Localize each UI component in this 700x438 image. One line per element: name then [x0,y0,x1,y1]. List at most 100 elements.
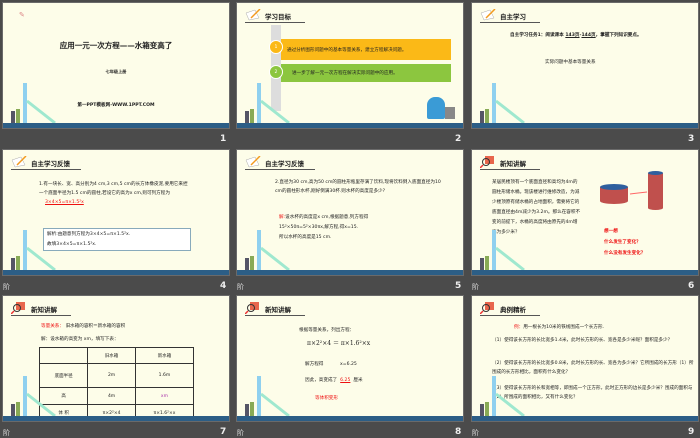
header-cell: 新水箱 [134,347,195,364]
animation-icon[interactable]: 阶 [472,282,479,292]
book-pen-icon [245,156,261,168]
slide-thumbnail-4[interactable]: 自主学习反馈 1.有一块长、宽、高分别为4 cm,3 cm,5 cm的长方体橡皮… [2,149,230,276]
question-changed: 什么发生了变化？ [604,240,641,245]
slide-thumbnail-8[interactable]: 新知讲解 根据等量关系，列出方程： π×2²×4 ＝ π×1.6²×x 解方程得… [236,295,464,422]
question-text: 2.直径为30 cm,高为50 cm的圆柱形瓶里存满了饮料,现将饮料倒入底面直径… [275,180,441,194]
slide-thumbnail-9[interactable]: 典例精析 例：用一根长为10米的铁线围成一个长方形. （1）使得该长方形的长比宽… [471,295,699,422]
part-1: （1）使得该长方形的长比宽多1.4米，此时长方形的长、宽各是多少米呢？面积是多少… [492,338,673,343]
slide-thumbnail-3[interactable]: 自主学习 自主学习任务1：阅读课本 143页-144页，掌握下列知识要点。 实际… [471,2,699,129]
equation: π×2²×4 ＝ π×1.6²×x [307,340,371,347]
slide-number: 6 [688,281,695,291]
table-row: 高 4m xm [38,387,195,405]
slide-number: 4 [220,281,227,291]
part-2: （2）使得该长方形的长比宽多0.8米，此时长方形的长、宽各为多少米？它所围成的长… [492,361,694,375]
magnifier-icon [245,302,260,314]
logo-icon: ✎ [19,11,25,19]
animation-icon[interactable]: 阶 [3,428,10,438]
data-table: 旧水箱 新水箱 底面半径 2m 1.6m 高 4m xm 体 积 π×2²×4 π×1.6²×… [38,347,195,421]
intro-text: 根据等量关系，列出方程： [299,328,355,333]
slide-number: 7 [220,427,227,437]
answer-blank: 3×4×5=π×1.5²x [45,200,84,205]
cylinder-illustration [600,171,663,210]
slide-thumbnail-2[interactable]: 学习目标 1 2 通过分析图形问题中的基本等量关系，建立方程解决问题。 进一步了… [236,2,464,129]
book-pen-icon [245,9,261,21]
laptop-icon [445,107,455,119]
header-cell [38,347,89,364]
solution-value: x=6.25 [340,362,357,367]
bottom-band [237,270,463,275]
table-cell: 4m [87,387,136,405]
slide-subtitle: 七年级上册 [105,69,127,74]
conclusion: 因此，高变成了 6.25 厘米 [305,378,363,383]
solution-line-2: 15²×50π=5²×30πx,解方程,得x=15. [279,225,359,230]
animation-icon[interactable]: 阶 [472,428,479,438]
slide-header: 新知讲解 [245,302,305,316]
decoration-illustration [11,83,56,123]
decoration-illustration [480,83,525,123]
table-cell: xm [134,387,195,405]
slide-number: 9 [688,427,695,437]
analysis-line-1: 解析:由题意列方程为3×4×5=π×1.5²x. [47,232,131,237]
goal-text-1: 通过分析图形问题中的基本等量关系，建立方程解决问题。 [287,48,407,53]
bottom-band [472,270,698,275]
bottom-band [3,416,229,421]
knowledge-point: 实际问题中基本等量关系 [545,60,596,65]
table-cell: 2m [87,363,136,388]
decoration-illustration [11,230,56,270]
girl-laptop-illustration [427,97,445,119]
relation-text: 等量关系： 旧水箱的容积＝新水箱的容积 [41,324,126,329]
decoration-illustration [11,376,56,416]
analysis-box: 解析:由题意列方程为3×4×5=π×1.5²x. 故填3×4×5=π×1.5²x… [43,228,191,251]
question-unchanged: 什么没有发生变化？ [604,251,646,256]
magnifier-icon [480,156,495,168]
book-pen-icon [480,9,496,21]
book-pen-icon [11,156,27,168]
bottom-band [472,416,698,421]
setup-text: 解：设水箱的高变为 xm，填写下表： [41,337,119,342]
slide-header: 典例精析 [480,302,540,316]
slide-header: 自主学习 [480,9,540,23]
slide-header: 学习目标 [245,9,305,23]
problem-text: 某居民楼顶有一个底面直径和高均为4m的圆柱形储水桶。现该楼进行维修改造，为减少楼… [492,180,581,235]
question-text: 1.有一块长、宽、高分别为4 cm,3 cm,5 cm的长方体橡皮泥,要用它来捏… [39,182,188,205]
example-text: 例：用一根长为10米的铁线围成一个长方形. [514,325,605,330]
bottom-band [237,416,463,421]
animation-icon[interactable]: 阶 [237,282,244,292]
table-row: 底面半径 2m 1.6m [38,363,195,388]
animation-icon[interactable]: 阶 [237,428,244,438]
task-text: 自主学习任务1：阅读课本 143页-144页，掌握下列知识要点。 [510,33,642,38]
bottom-band [3,270,229,275]
magnifier-icon [480,302,495,314]
solve-label: 解方程得 [305,362,324,367]
decoration-illustration [245,376,290,416]
slide-header: 新知讲解 [480,156,540,170]
slide-number: 5 [455,281,462,291]
goal-marker-1: 1 [269,40,283,54]
bottom-band [472,123,698,128]
slide-thumbnail-6[interactable]: 新知讲解 某居民楼顶有一个底面直径和高均为4m的圆柱形储水桶。现该楼进行维修改造… [471,149,699,276]
think-label: 想一想 [604,229,618,234]
slide-thumbnail-7[interactable]: 新知讲解 等量关系： 旧水箱的容积＝新水箱的容积 解：设水箱的高变为 xm，填写… [2,295,230,422]
decoration-illustration [245,83,290,123]
bottom-band [3,123,229,128]
decoration-illustration [245,230,290,270]
animation-icon[interactable]: 阶 [3,282,10,292]
magnifier-icon [11,302,26,314]
slide-header: 新知讲解 [11,302,71,316]
slide-header: 自主学习反馈 [245,156,315,170]
slide-number: 8 [455,427,462,437]
slide-number: 2 [455,134,462,144]
slide-thumbnail-1[interactable]: ✎ 应用一元一次方程——水箱变高了 七年级上册 第一PPT模板网-WWW.1PP… [2,2,230,129]
slide-header: 自主学习反馈 [11,156,81,170]
bottom-band [237,123,463,128]
solution-line-1: 解:设水杯的高度是x cm,根据题意,列方程得 [279,215,369,220]
slide-number: 3 [688,134,695,144]
goal-marker-2: 2 [269,65,283,79]
slide-title: 应用一元一次方程——水箱变高了 [59,41,173,50]
slide-number: 1 [220,134,227,144]
slide-thumbnail-5[interactable]: 自主学习反馈 2.直径为30 cm,高为50 cm的圆柱形瓶里存满了饮料,现将饮… [236,149,464,276]
goal-text-2: 进一步了解一元一次方程在解决实际问题中的应用。 [292,71,398,76]
note-text: 等体积变形 [315,396,338,401]
header-cell: 旧水箱 [87,347,136,364]
decoration-illustration [480,376,525,416]
